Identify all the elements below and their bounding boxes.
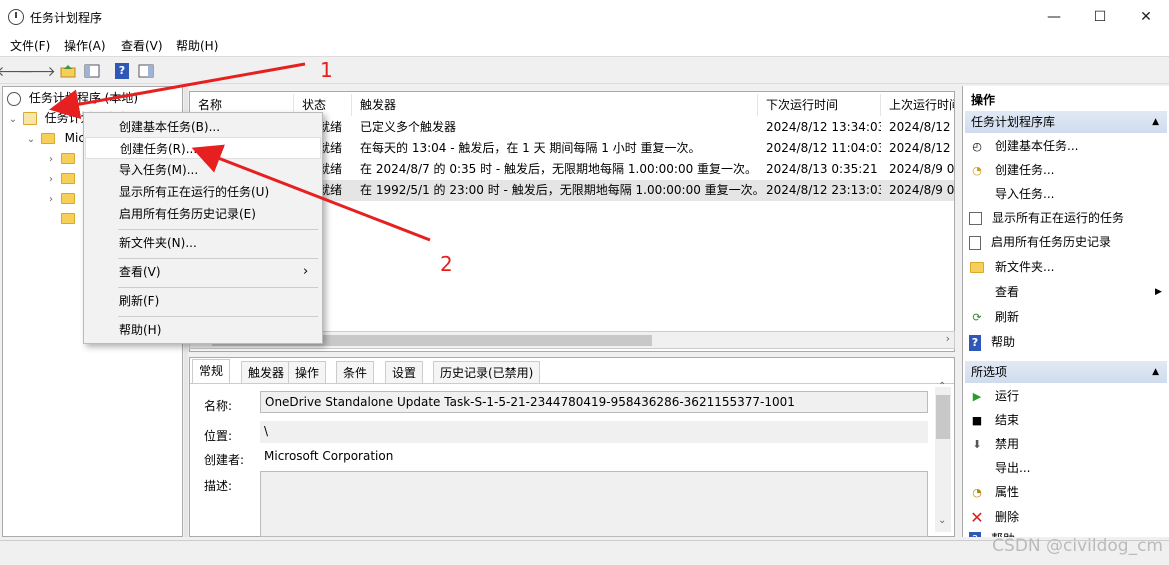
annotation-arrow-2 <box>191 144 431 242</box>
annotation-arrows <box>49 62 431 242</box>
annotation-arrow-1 <box>49 62 306 120</box>
annotation-label-1: 1 <box>320 58 333 82</box>
annotation-label-2: 2 <box>440 252 453 276</box>
